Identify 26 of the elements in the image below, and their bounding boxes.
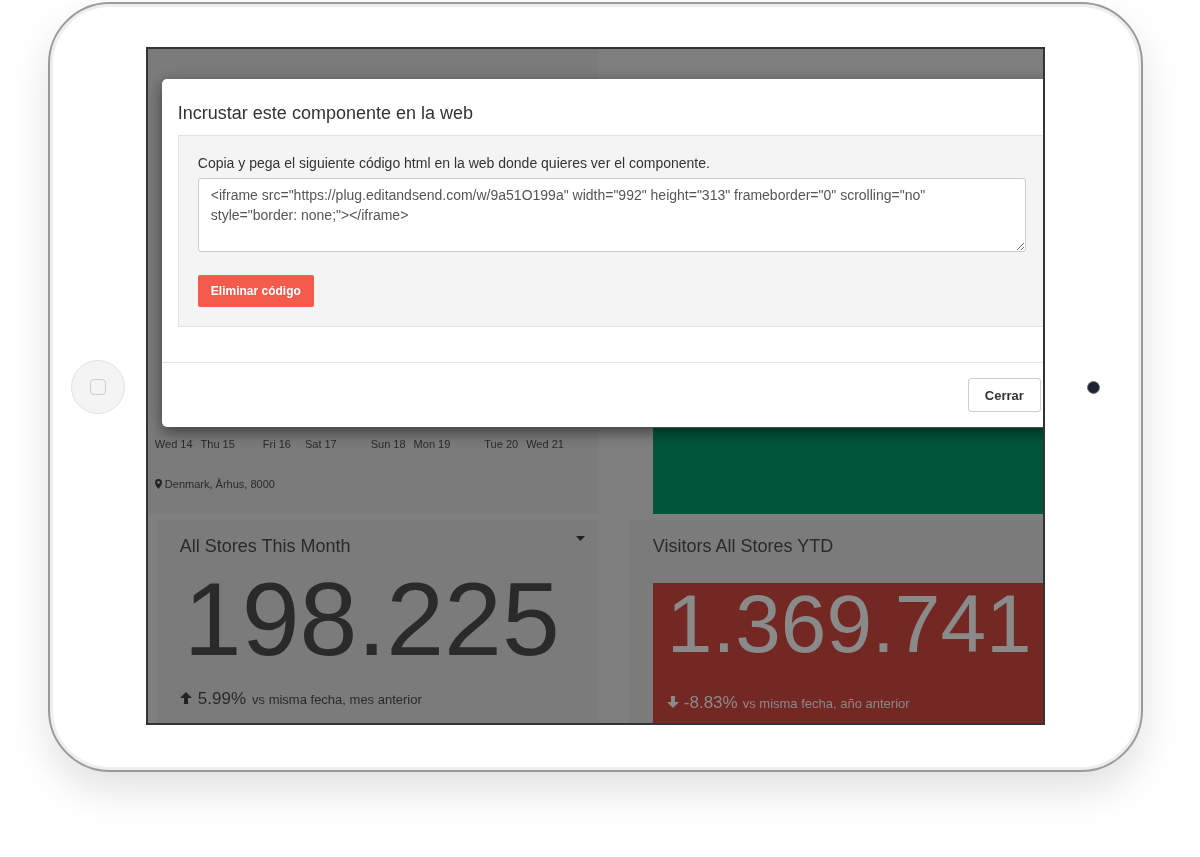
close-button[interactable]: Cerrar bbox=[967, 378, 1041, 412]
metric-value: 1.369.741 bbox=[666, 583, 1033, 665]
card-title: All Stores This Month bbox=[179, 536, 351, 557]
comparison-text: vs misma fecha, mes anterior bbox=[252, 692, 422, 707]
day-label: Thu 15 bbox=[200, 438, 235, 450]
dialog-title: Incrustar este componente en la web bbox=[176, 102, 474, 125]
camera-icon bbox=[1086, 380, 1100, 394]
day-label: Tue 20 bbox=[484, 438, 519, 450]
day-label: Wed 14 bbox=[154, 438, 193, 450]
metric-value: 198.225 bbox=[183, 567, 561, 671]
day-label: Sat 17 bbox=[304, 438, 337, 450]
card-title: Visitors All Stores YTD bbox=[652, 536, 834, 557]
instruction-text: Copia y pega el siguiente código html en la web donde quieres ver el componente. bbox=[197, 155, 711, 171]
day-label: Fri 16 bbox=[262, 438, 291, 450]
arrow-down-icon bbox=[666, 696, 679, 708]
comparison-text: vs misma fecha, año anterior bbox=[742, 696, 910, 711]
day-label: Wed 21 bbox=[526, 438, 564, 450]
location-pin-icon bbox=[154, 479, 162, 489]
caret-icon[interactable] bbox=[575, 536, 585, 541]
arrow-up-icon bbox=[179, 692, 192, 704]
change-percent: 5.99% bbox=[197, 689, 247, 709]
location-text: Denmark, Århus, 8000 bbox=[164, 478, 275, 490]
change-percent: -8.83% bbox=[683, 693, 738, 713]
code-field[interactable]: <iframe src="https://plug.editandsend.com/w/9a51O199a" width="992" height="313" frameborder="0" scrolling="no" style="border: none;"></iframe> bbox=[197, 178, 1026, 252]
day-label: Mon 19 bbox=[413, 438, 451, 450]
day-label: Sun 18 bbox=[370, 438, 406, 450]
